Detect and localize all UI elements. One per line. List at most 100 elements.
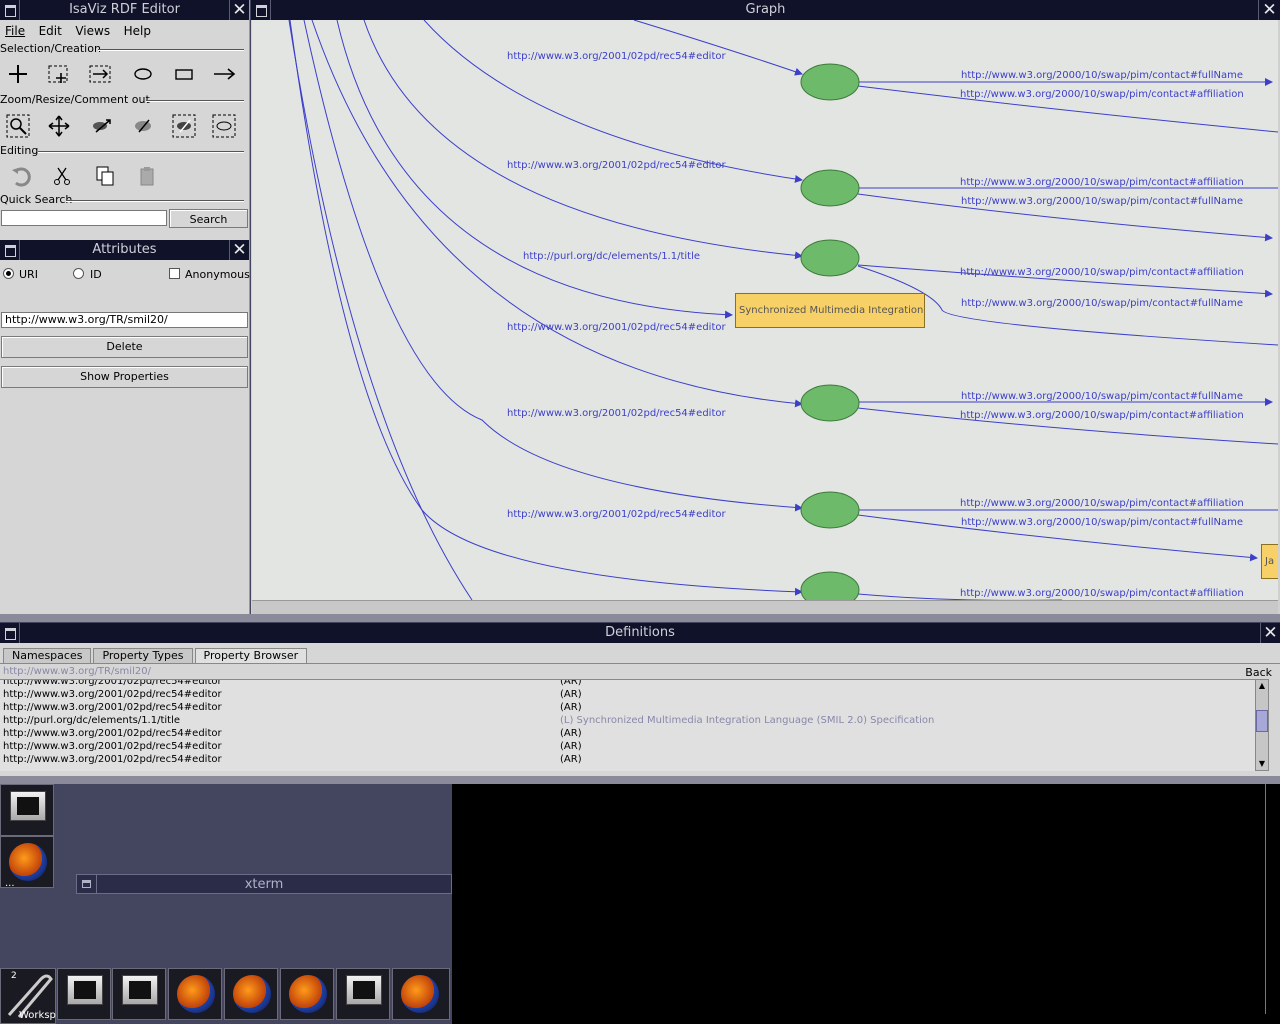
dock-app-terminal[interactable] (0, 784, 54, 836)
edge-label[interactable]: http://www.w3.org/2000/10/swap/pim/conta… (960, 498, 1244, 509)
copy-button[interactable] (87, 162, 123, 190)
workspace-switcher[interactable]: 2 Worksp (0, 968, 56, 1024)
magnifier-icon (6, 114, 30, 138)
property-row[interactable]: http://www.w3.org/2001/02pd/rec54#editor (3, 701, 222, 714)
minimize-icon[interactable] (0, 0, 20, 20)
dock-app-gnu[interactable]: ... (0, 836, 54, 889)
current-resource: http://www.w3.org/TR/smil20/ (3, 666, 151, 677)
region-select-tool[interactable] (41, 60, 77, 88)
scissors-icon (54, 167, 70, 185)
close-icon[interactable]: ✕ (229, 240, 249, 260)
minimize-icon[interactable] (77, 875, 97, 893)
dock-app-terminal[interactable] (57, 968, 111, 1020)
minimize-icon[interactable] (251, 0, 271, 20)
edge-label[interactable]: http://www.w3.org/2000/10/swap/pim/conta… (961, 391, 1243, 402)
region-move-tool[interactable] (82, 60, 118, 88)
minimize-icon[interactable] (0, 623, 20, 643)
paste-button[interactable] (129, 162, 165, 190)
edge-label[interactable]: http://www.w3.org/2000/10/swap/pim/conta… (961, 196, 1243, 207)
edge-label[interactable]: http://www.w3.org/2001/02pd/rec54#editor (507, 160, 726, 171)
edge-label[interactable]: http://www.w3.org/2001/02pd/rec54#editor (507, 408, 726, 419)
xterm-window[interactable] (452, 784, 1280, 1024)
select-tool[interactable] (0, 60, 36, 88)
show-properties-button[interactable]: Show Properties (1, 366, 248, 388)
undo-icon (12, 167, 31, 187)
attributes-titlebar[interactable]: Attributes ✕ (0, 240, 249, 260)
comment-region-tool[interactable] (166, 112, 202, 140)
property-row[interactable]: http://purl.org/dc/elements/1.1/title (3, 714, 180, 727)
definitions-titlebar[interactable]: Definitions ✕ (0, 623, 1280, 643)
edge-label[interactable]: http://www.w3.org/2001/02pd/rec54#editor (507, 509, 726, 520)
edge-label[interactable]: http://www.w3.org/2000/10/swap/pim/conta… (960, 267, 1244, 278)
create-literal-tool[interactable] (166, 60, 202, 88)
dock-app-gnu[interactable] (168, 968, 222, 1020)
literal-node[interactable]: Ja (1261, 544, 1278, 579)
dock-app-gnu[interactable] (392, 968, 450, 1020)
edge-label[interactable]: http://www.w3.org/2000/10/swap/pim/conta… (961, 298, 1243, 309)
isaviz-editor-window: IsaViz RDF Editor ✕ File Edit Views Help… (0, 0, 250, 240)
xterm-scrollbar[interactable] (1265, 784, 1280, 1014)
tab-namespaces[interactable]: Namespaces (3, 648, 92, 663)
create-resource-tool[interactable] (125, 60, 161, 88)
literal-node[interactable]: Synchronized Multimedia Integration Lang… (735, 293, 925, 328)
delete-button[interactable]: Delete (1, 336, 248, 358)
dock-app-terminal[interactable] (336, 968, 390, 1020)
pan-tool[interactable] (41, 112, 77, 140)
tab-property-types[interactable]: Property Types (93, 648, 193, 663)
menu-file[interactable]: File (0, 22, 30, 40)
minimize-icon[interactable] (0, 240, 20, 260)
menu-help[interactable]: Help (119, 22, 156, 40)
uri-radio[interactable] (3, 268, 14, 279)
graph-titlebar[interactable]: Graph ✕ (251, 0, 1280, 20)
undo-button[interactable] (3, 162, 39, 190)
cut-button[interactable] (44, 162, 80, 190)
property-row[interactable]: http://www.w3.org/2001/02pd/rec54#editor (3, 688, 222, 701)
workspace-label: Worksp (19, 1010, 56, 1021)
edge-label[interactable]: http://www.w3.org/2001/02pd/rec54#editor (507, 51, 726, 62)
property-row[interactable]: http://www.w3.org/2001/02pd/rec54#editor (3, 753, 222, 766)
property-row[interactable]: http://www.w3.org/2001/02pd/rec54#editor (3, 680, 222, 688)
close-icon[interactable]: ✕ (1260, 623, 1280, 643)
crosshair-icon (9, 65, 27, 83)
isaviz-titlebar[interactable]: IsaViz RDF Editor ✕ (0, 0, 249, 20)
uncomment-region-tool[interactable] (206, 112, 242, 140)
edge-label[interactable]: http://www.w3.org/2001/02pd/rec54#editor (507, 322, 726, 333)
definitions-scrollbar[interactable]: ▲ ▼ (1255, 679, 1269, 771)
uri-field[interactable]: http://www.w3.org/TR/smil20/ (1, 312, 248, 328)
edge-label[interactable]: http://www.w3.org/2000/10/swap/pim/conta… (960, 177, 1244, 188)
menu-views[interactable]: Views (70, 22, 115, 40)
dock-app-terminal[interactable] (112, 968, 166, 1020)
edge-label[interactable]: http://www.w3.org/2000/10/swap/pim/conta… (960, 588, 1244, 599)
edge-label[interactable]: http://www.w3.org/2000/10/swap/pim/conta… (960, 410, 1244, 421)
scroll-thumb[interactable] (1256, 710, 1268, 732)
comment-out-tool[interactable] (125, 112, 161, 140)
menu-edit[interactable]: Edit (34, 22, 67, 40)
quick-search-input[interactable] (1, 210, 167, 226)
zoom-region-tool[interactable] (0, 112, 36, 140)
edge-label[interactable]: http://www.w3.org/2000/10/swap/pim/conta… (961, 70, 1243, 81)
xterm-titlebar[interactable]: xterm (76, 874, 452, 894)
definitions-window: Definitions ✕ Namespaces Property Types Pr… (0, 623, 1280, 776)
dock-app-gnu[interactable] (224, 968, 278, 1020)
search-button[interactable]: Search (169, 209, 248, 228)
graph-canvas[interactable]: http://www.w3.org/2001/02pd/rec54#editor… (252, 20, 1278, 600)
scroll-up-icon[interactable]: ▲ (1256, 680, 1268, 692)
id-radio[interactable] (73, 268, 84, 279)
anonymous-checkbox[interactable] (169, 268, 180, 279)
edge-label[interactable]: http://www.w3.org/2000/10/swap/pim/conta… (961, 517, 1243, 528)
tab-property-browser[interactable]: Property Browser (194, 648, 308, 663)
resize-tool[interactable] (84, 112, 120, 140)
close-icon[interactable]: ✕ (229, 0, 249, 20)
dock-app-gnu[interactable] (280, 968, 334, 1020)
back-button[interactable]: Back (1245, 666, 1272, 679)
close-icon[interactable]: ✕ (1258, 0, 1280, 20)
property-row[interactable]: http://www.w3.org/2001/02pd/rec54#editor (3, 740, 222, 753)
edge-label[interactable]: http://www.w3.org/2000/10/swap/pim/conta… (960, 89, 1244, 100)
window-border (0, 776, 1280, 784)
attributes-window: Attributes ✕ URI ID Anonymous http://www… (0, 240, 250, 615)
graph-horizontal-scrollbar[interactable] (252, 600, 1278, 614)
property-row[interactable]: http://www.w3.org/2001/02pd/rec54#editor (3, 727, 222, 740)
create-property-tool[interactable] (206, 60, 242, 88)
scroll-down-icon[interactable]: ▼ (1256, 758, 1268, 770)
edge-label[interactable]: http://purl.org/dc/elements/1.1/title (523, 251, 700, 262)
